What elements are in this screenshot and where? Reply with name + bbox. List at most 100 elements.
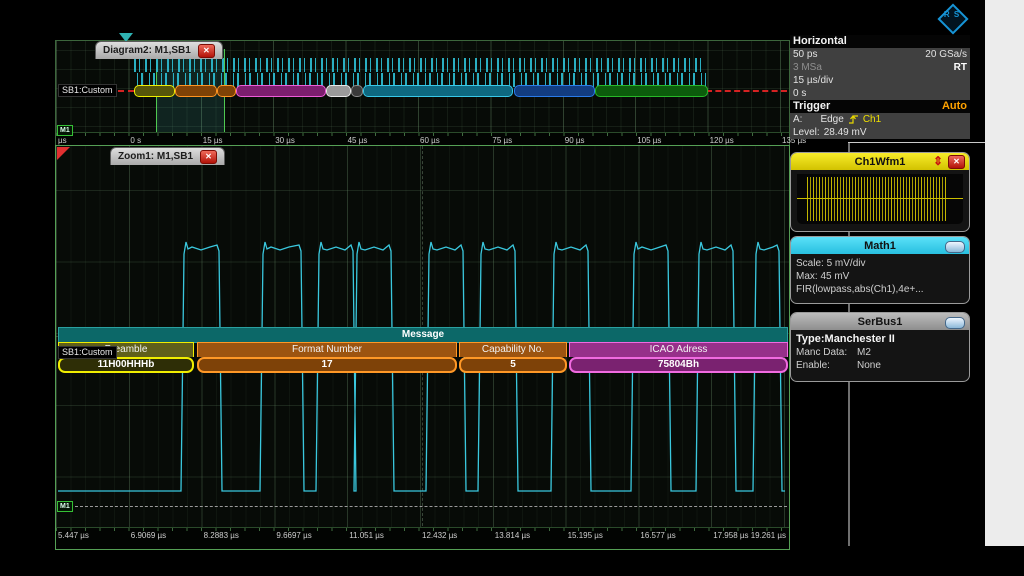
timebase-value: 15 µs/div (793, 74, 833, 87)
serbus-mancdata-label: Manc Data: (796, 346, 854, 359)
trigger-a-prefix: A: (793, 114, 802, 125)
updown-arrows-icon[interactable]: ⇕ (933, 154, 943, 168)
bus-segment-orange (217, 85, 236, 97)
bus-segment-blue (514, 85, 595, 97)
thumbnail-signal-band (807, 177, 947, 221)
bus-segment-white (326, 85, 351, 97)
axis-tick-label: 19.261 µs (751, 531, 786, 540)
resolution-value: 50 ps (793, 48, 817, 61)
bus-segment-yellow (134, 85, 175, 97)
decode-field-label: ICAO Adress (569, 342, 788, 357)
axis-tick-label: 15 µs (203, 136, 223, 145)
decode-field: Capability No.5 (459, 342, 567, 374)
serbus-type-value: Manchester II (825, 333, 895, 345)
tab-diagram2[interactable]: Diagram2: M1,SB1 ✕ (95, 41, 223, 59)
math1-max: Max: 45 mV (796, 270, 964, 283)
axis-tick-label: 17.958 µs (713, 531, 748, 540)
ch1wfm1-header[interactable]: Ch1Wfm1 ⇕ ✕ (791, 153, 969, 170)
page-margin (985, 0, 1024, 546)
logo-letters: R S (938, 10, 966, 19)
memory-row: 3 MSa RT (790, 61, 970, 74)
axis-tick-label: 13.814 µs (495, 531, 530, 540)
close-icon[interactable]: ✕ (200, 150, 217, 164)
axis-tick-label: 120 µs (710, 136, 734, 145)
top-time-axis: µs0 s15 µs30 µs45 µs60 µs75 µs90 µs105 µ… (56, 132, 789, 146)
trigger-source-row: A: Edge Ch1 (790, 113, 970, 126)
axis-tick-label: 30 µs (275, 136, 295, 145)
logo-diamond-icon (937, 3, 968, 34)
rohde-schwarz-logo: R S (938, 4, 966, 32)
serbus-enable-row: Enable: None (796, 359, 964, 372)
ch1-waveform-thumbnail[interactable] (797, 174, 963, 224)
bus-segment-orange (175, 85, 217, 97)
serbus1-body: Type:Manchester II Manc Data: M2 Enable:… (791, 330, 969, 375)
axis-tick-label: 9.6697 µs (276, 531, 311, 540)
math1-header[interactable]: Math1 (791, 237, 969, 254)
math1-dialog: Math1 Scale: 5 mV/div Max: 45 mV FIR(low… (790, 236, 970, 304)
axis-tick-label: 45 µs (348, 136, 368, 145)
axis-tick-label: 5.447 µs (58, 531, 89, 540)
close-icon[interactable]: ✕ (948, 155, 965, 169)
position-value: 0 s (793, 87, 806, 100)
minimize-button[interactable] (945, 241, 965, 253)
tab-zoom1[interactable]: Zoom1: M1,SB1 ✕ (110, 147, 225, 165)
bus-segment-gray (351, 85, 363, 97)
trigger-type: Edge (820, 114, 843, 125)
zoom1-window: Message Preamble11H00HHHbFormat Number17… (55, 145, 790, 550)
trigger-source: Ch1 (863, 114, 881, 125)
bus-decode-strip (56, 85, 789, 97)
axis-tick-label: µs (58, 136, 67, 145)
bus-label: SB1:Custom (58, 346, 117, 359)
math1-body: Scale: 5 mV/div Max: 45 mV FIR(lowpass,a… (791, 254, 969, 299)
serbus1-title: SerBus1 (858, 316, 903, 328)
samplerate-value: 20 GSa/s (925, 48, 967, 61)
trigger-level-value: 28.49 mV (824, 127, 867, 138)
axis-tick-label: 16.577 µs (640, 531, 675, 540)
axis-tick-label: 0 s (130, 136, 141, 145)
serbus-enable-value: None (857, 359, 881, 372)
serbus-mancdata-value: M2 (857, 346, 871, 359)
horizontal-trigger-panel: Horizontal 50 ps 20 GSa/s 3 MSa RT 15 µs… (790, 35, 970, 139)
axis-tick-label: 105 µs (637, 136, 661, 145)
toolbar-separator-line (848, 142, 985, 143)
bus-segment-cyan (363, 85, 513, 97)
zoom-time-axis: 5.447 µs6.9069 µs8.2883 µs9.6697 µs11.05… (56, 527, 789, 549)
axis-tick-label: 6.9069 µs (131, 531, 166, 540)
m1-waveform-badge[interactable]: M1 (57, 501, 73, 512)
serbus1-header[interactable]: SerBus1 (791, 313, 969, 330)
position-row: 0 s (790, 87, 970, 100)
timebase-row: 15 µs/div (790, 74, 970, 87)
minimize-button[interactable] (945, 317, 965, 329)
axis-tick-label: 11.051 µs (349, 531, 384, 540)
ch1-data-band (134, 58, 706, 72)
tab-zoom1-label: Zoom1: M1,SB1 (118, 151, 193, 162)
serbus-mancdata-row: Manc Data: M2 (796, 346, 964, 359)
ch1wfm1-title: Ch1Wfm1 (855, 156, 906, 168)
oscilloscope-screen: R S SB1:Custom M1 µs0 s15 µs30 µs45 µs60… (0, 0, 1024, 576)
math1-expression: FIR(lowpass,abs(Ch1),4e+... (796, 283, 964, 296)
horizontal-header[interactable]: Horizontal (790, 35, 970, 48)
serbus-type-row: Type:Manchester II (796, 333, 964, 346)
decode-field-label: Capability No. (459, 342, 567, 357)
close-icon[interactable]: ✕ (198, 44, 215, 58)
ch1wfm1-dialog: Ch1Wfm1 ⇕ ✕ (790, 152, 970, 232)
trigger-level-label: Level: (793, 127, 820, 138)
bus-label: SB1:Custom (58, 84, 117, 97)
trigger-title: Trigger (793, 100, 830, 113)
resolution-row: 50 ps 20 GSa/s (790, 48, 970, 61)
decode-field-label: Format Number (197, 342, 457, 357)
decode-field-value: 5 (459, 357, 567, 373)
decode-fields-row: Preamble11H00HHHbFormat Number17Capabili… (56, 342, 789, 374)
m1-offset-line (70, 506, 787, 507)
serbus-enable-label: Enable: (796, 359, 854, 372)
m1-waveform-badge[interactable]: M1 (57, 125, 73, 136)
axis-tick-label: 12.432 µs (422, 531, 457, 540)
axis-tick-label: 75 µs (492, 136, 512, 145)
message-header-bar: Message (58, 327, 788, 343)
record-length-value: 3 MSa (793, 61, 822, 74)
realtime-badge: RT (954, 61, 967, 74)
bus-segment-green (595, 85, 708, 97)
axis-tick-label: 15.195 µs (568, 531, 603, 540)
trigger-header[interactable]: Trigger Auto (790, 100, 970, 113)
axis-tick-label: 90 µs (565, 136, 585, 145)
